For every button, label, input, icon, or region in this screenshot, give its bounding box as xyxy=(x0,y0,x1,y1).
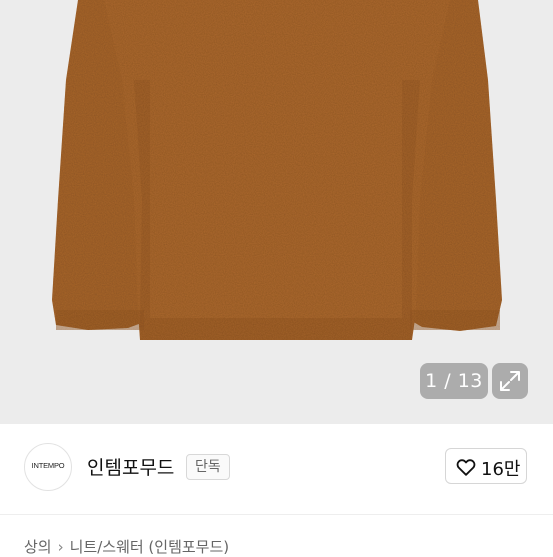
product-image[interactable]: 1 / 13 xyxy=(0,0,553,424)
avatar-logo-text: INTEMPO xyxy=(31,461,65,470)
sweater-photo xyxy=(52,0,502,340)
heart-outline-icon xyxy=(456,459,476,476)
seller-row[interactable]: INTEMPO 인템포무드 단독 16만 xyxy=(0,424,553,515)
chevron-right-icon: › xyxy=(57,538,64,556)
breadcrumb-item-top[interactable]: 상의 xyxy=(24,536,52,557)
seller-avatar[interactable]: INTEMPO xyxy=(24,443,72,491)
like-button[interactable]: 16만 xyxy=(445,448,527,484)
expand-arrows-icon xyxy=(500,371,520,391)
image-counter: 1 / 13 xyxy=(420,363,488,399)
breadcrumb-item-knit[interactable]: 니트/스웨터 (인템포무드) xyxy=(70,536,230,557)
breadcrumb: 상의 › 니트/스웨터 (인템포무드) xyxy=(24,536,229,557)
exclusive-badge: 단독 xyxy=(186,454,230,480)
seller-name[interactable]: 인템포무드 xyxy=(87,453,174,480)
expand-button[interactable] xyxy=(492,363,528,399)
like-count: 16만 xyxy=(481,459,521,480)
